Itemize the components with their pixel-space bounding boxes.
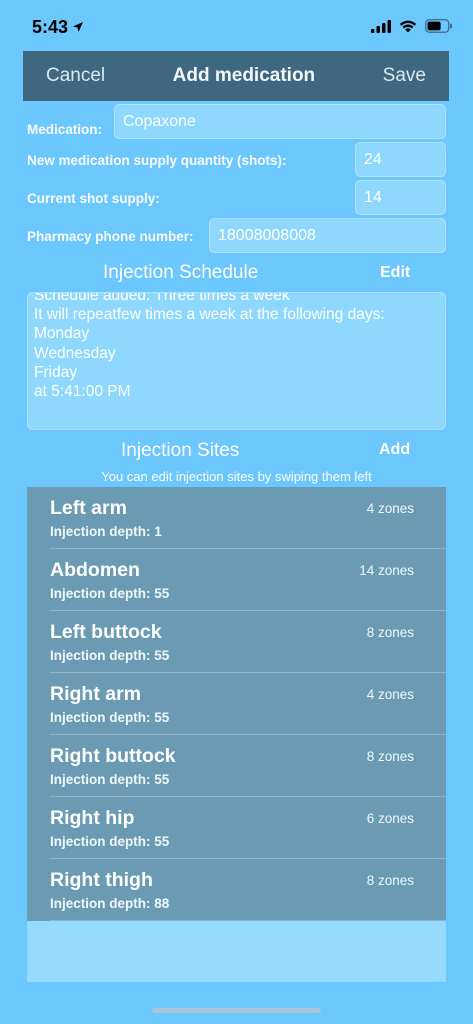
pharmacy-phone-field[interactable]: 18008008008: [209, 218, 446, 253]
schedule-line: Friday: [34, 363, 78, 381]
status-icons: [371, 19, 453, 38]
status-time-group: 5:43: [32, 17, 84, 38]
battery-icon: [425, 19, 453, 38]
site-zones: 6 zones: [366, 811, 414, 826]
sites-hint: You can edit injection sites by swiping …: [101, 469, 372, 484]
list-item[interactable]: Right buttock Injection depth: 55 8 zone…: [27, 735, 446, 797]
navigation-bar: Cancel Add medication Save: [23, 51, 449, 101]
list-item[interactable]: Right hip Injection depth: 55 6 zones: [27, 797, 446, 859]
location-arrow-icon: [72, 17, 84, 38]
site-name: Left arm: [50, 497, 127, 519]
list-item[interactable]: Left buttock Injection depth: 55 8 zones: [27, 611, 446, 673]
injection-sites-list[interactable]: Left arm Injection depth: 1 4 zones Abdo…: [27, 487, 446, 982]
site-name: Right thigh: [50, 869, 153, 891]
add-site-button[interactable]: Add: [379, 441, 410, 459]
schedule-line: Wednesday: [34, 344, 116, 362]
supply-quantity-field[interactable]: 24: [355, 142, 446, 177]
cancel-button[interactable]: Cancel: [46, 65, 105, 87]
current-supply-row: Current shot supply:: [27, 188, 160, 208]
site-name: Right arm: [50, 683, 142, 705]
list-item[interactable]: Left arm Injection depth: 1 4 zones: [27, 487, 446, 549]
medication-field[interactable]: Copaxone: [114, 104, 446, 139]
schedule-line: Monday: [34, 325, 90, 343]
site-depth: Injection depth: 55: [50, 834, 170, 849]
site-zones: 14 zones: [359, 563, 414, 578]
site-zones: 4 zones: [366, 501, 414, 516]
list-item[interactable]: Right arm Injection depth: 55 4 zones: [27, 673, 446, 735]
cellular-signal-icon: [371, 19, 391, 38]
site-depth: Injection depth: 55: [50, 710, 170, 725]
edit-schedule-button[interactable]: Edit: [380, 264, 410, 282]
list-item[interactable]: Right thigh Injection depth: 88 8 zones: [27, 859, 446, 921]
medication-row: Medication:: [27, 112, 102, 147]
site-name: Abdomen: [50, 559, 140, 581]
schedule-text-area[interactable]: Schedule added: Three times a week It wi…: [27, 292, 446, 430]
site-depth: Injection depth: 1: [50, 524, 162, 539]
page-title: Add medication: [172, 65, 316, 86]
schedule-line: It will repeatfew times a week at the fo…: [34, 306, 385, 324]
schedule-lines: Schedule added: Three times a week It wi…: [34, 292, 439, 401]
sites-title: Injection Sites: [121, 440, 240, 461]
status-bar: 5:43: [0, 0, 473, 50]
site-depth: Injection depth: 55: [50, 772, 170, 787]
schedule-title: Injection Schedule: [103, 262, 259, 283]
schedule-line: Schedule added: Three times a week: [34, 292, 290, 304]
supply-quantity-label: New medication supply quantity (shots):: [27, 152, 287, 168]
status-time: 5:43: [32, 17, 69, 37]
site-depth: Injection depth: 55: [50, 648, 170, 663]
site-zones: 8 zones: [366, 749, 414, 764]
current-supply-label: Current shot supply:: [27, 190, 160, 206]
home-indicator[interactable]: [152, 1008, 321, 1013]
pharmacy-row: Pharmacy phone number:: [27, 226, 194, 246]
site-zones: 4 zones: [366, 687, 414, 702]
site-zones: 8 zones: [366, 873, 414, 888]
site-depth: Injection depth: 55: [50, 586, 170, 601]
supply-row: New medication supply quantity (shots):: [27, 150, 287, 170]
row-divider: [50, 920, 446, 921]
site-name: Right hip: [50, 807, 135, 829]
schedule-line: at 5:41:00 PM: [34, 383, 131, 401]
site-name: Right buttock: [50, 745, 176, 767]
wifi-icon: [399, 20, 417, 38]
medication-label: Medication:: [27, 122, 103, 137]
site-depth: Injection depth: 88: [50, 896, 170, 911]
pharmacy-phone-label: Pharmacy phone number:: [27, 228, 194, 244]
current-supply-field[interactable]: 14: [355, 180, 446, 215]
save-button[interactable]: Save: [383, 65, 426, 87]
list-item[interactable]: Abdomen Injection depth: 55 14 zones: [27, 549, 446, 611]
site-zones: 8 zones: [366, 625, 414, 640]
site-name: Left buttock: [50, 621, 162, 643]
